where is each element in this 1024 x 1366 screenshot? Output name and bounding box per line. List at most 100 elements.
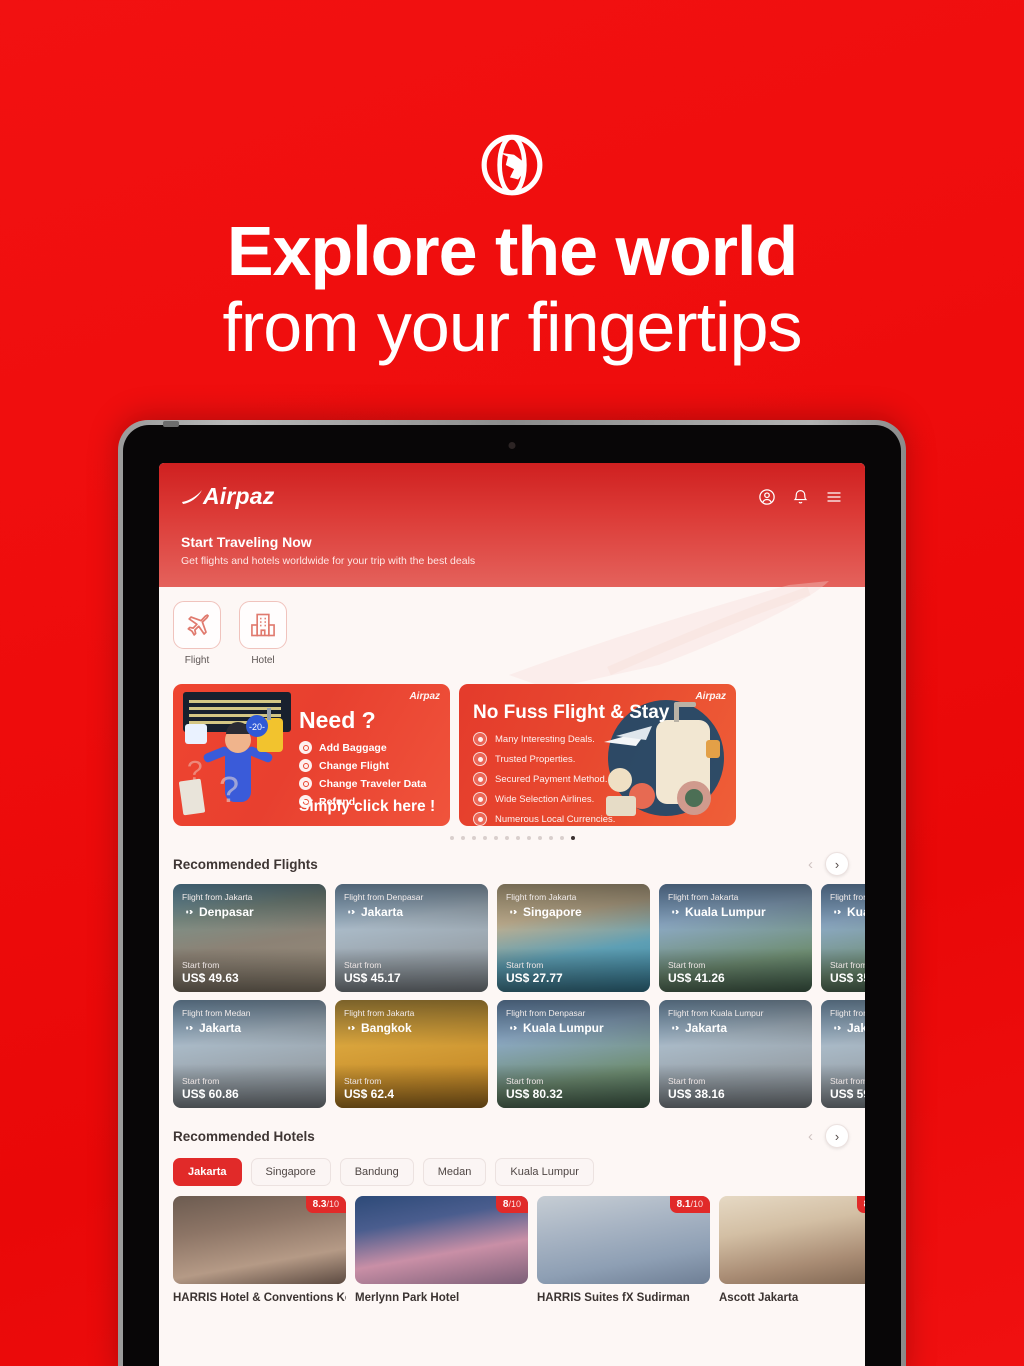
flight-destination-label: Jakarta — [199, 1021, 242, 1035]
flight-origin-label: Flight from Denpasar — [344, 892, 424, 902]
hotel-city-chip[interactable]: Bandung — [339, 1158, 414, 1186]
hotels-section-header: Recommended Hotels ‹ › — [159, 1108, 865, 1148]
flights-prev-button[interactable]: ‹ — [804, 855, 817, 874]
carousel-dot[interactable] — [559, 836, 564, 840]
flight-origin-label: Flight from Kuala Lumpur — [668, 1008, 764, 1018]
flight-card[interactable]: Flight from Kuala Start fromUS$ 35.9 — [821, 884, 865, 992]
app-header-top-row: Airpaz — [181, 483, 843, 510]
flight-destination-label: Singapore — [523, 905, 582, 919]
traveler-data-icon — [299, 777, 312, 790]
promo-banner-need[interactable]: -20- ? ? Airpaz Need ? Add Baggage Chang… — [173, 684, 450, 826]
carousel-dot[interactable] — [504, 836, 509, 840]
promo-carousel-dots[interactable] — [159, 826, 865, 844]
carousel-dot[interactable] — [493, 836, 498, 840]
service-tab-flight[interactable]: Flight — [173, 601, 221, 666]
hotel-rating-badge: 8.1/10 — [669, 1196, 710, 1213]
promo-a-item: Change Traveler Data — [299, 777, 426, 790]
flight-card[interactable]: Flight from Denpasar Jakarta Start from US$… — [335, 884, 488, 992]
hotels-next-button[interactable]: › — [825, 1124, 849, 1148]
start-from-label: Start from — [344, 1076, 382, 1086]
flight-destination: Kuala — [830, 905, 865, 919]
flight-destination-label: Bangkok — [361, 1021, 412, 1035]
flight-card[interactable]: Flight from Jakarta Kuala Lumpur Start fro… — [659, 884, 812, 992]
hotel-city-chip[interactable]: Singapore — [250, 1158, 331, 1186]
flight-origin-label: Flight from — [830, 892, 865, 902]
menu-icon[interactable] — [825, 489, 843, 505]
flight-destination-label: Jakar — [847, 1021, 865, 1035]
flight-card[interactable]: Flight from Jakarta Singapore Start from US… — [497, 884, 650, 992]
airlines-icon — [473, 792, 487, 806]
baggage-icon — [299, 741, 312, 754]
carousel-dot[interactable] — [537, 836, 542, 840]
hotel-score: 8.3 — [312, 1199, 327, 1210]
hotel-city-chip[interactable]: Jakarta — [173, 1158, 242, 1186]
hotel-card[interactable]: 8.6/1 Ascott Jakarta — [719, 1196, 865, 1304]
flight-origin-label: Flight from Jakarta — [182, 892, 253, 902]
flight-price: US$ 27.77 — [506, 971, 563, 985]
flight-destination: Singapore — [506, 905, 582, 919]
hotel-name: Ascott Jakarta — [719, 1292, 799, 1304]
flight-origin-label: Flight from Denpasar — [506, 1008, 586, 1018]
promo-banner-no-fuss[interactable]: Airpaz No Fuss Flight & Stay Many Intere… — [459, 684, 736, 826]
flight-destination: Denpasar — [182, 905, 254, 919]
carousel-dot[interactable] — [482, 836, 487, 840]
route-icon — [183, 910, 193, 914]
flight-price: US$ 80.32 — [506, 1087, 563, 1101]
carousel-dot[interactable] — [460, 836, 465, 840]
flight-destination-label: Denpasar — [199, 905, 254, 919]
hotel-card-row: 8.3/10 HARRIS Hotel & Conventions Ke... 8/… — [159, 1186, 865, 1304]
promo-a-brand: Airpaz — [409, 691, 440, 702]
flight-card[interactable]: Flight from Denpasar Kuala Lumpur Start fr… — [497, 1000, 650, 1108]
header-subtitle: Get flights and hotels worldwide for you… — [181, 555, 476, 567]
hotel-card[interactable]: 8/10 Merlynn Park Hotel — [355, 1196, 528, 1304]
hotel-card[interactable]: 8.1/10 HARRIS Suites fX Sudirman — [537, 1196, 710, 1304]
flights-section-title: Recommended Flights — [173, 856, 318, 872]
promo-b-item: Trusted Properties. — [473, 752, 615, 766]
promo-carousel: -20- ? ? Airpaz Need ? Add Baggage Chang… — [159, 666, 865, 826]
airpaz-logo[interactable]: Airpaz — [181, 483, 275, 510]
hotel-city-chip[interactable]: Medan — [422, 1158, 487, 1186]
start-from-label: Start from — [668, 960, 706, 970]
flight-card[interactable]: Flight from Jakarta Denpasar Start from US$… — [173, 884, 326, 992]
flight-destination-label: Jakarta — [685, 1021, 728, 1035]
hotel-rating-badge: 8/10 — [495, 1196, 528, 1213]
route-icon — [669, 1026, 679, 1030]
flight-origin-label: Flight from Jakarta — [506, 892, 577, 902]
flight-card[interactable]: Flight from Jakarta Bangkok Start from US$ … — [335, 1000, 488, 1108]
flight-card[interactable]: Flight from Kuala Lumpur Jakarta Start fro… — [659, 1000, 812, 1108]
flight-origin-label: Flight from Medan — [182, 1008, 251, 1018]
flights-next-button[interactable]: › — [825, 852, 849, 876]
promo-a-cta[interactable]: Simply click here ! — [299, 798, 435, 816]
flight-card[interactable]: Flight from Medan Jakarta Start from US$ 60… — [173, 1000, 326, 1108]
carousel-dot[interactable] — [570, 836, 575, 840]
hotel-city-chip[interactable]: Kuala Lumpur — [495, 1158, 594, 1186]
account-icon[interactable] — [758, 488, 776, 506]
flight-destination: Jakarta — [182, 1021, 241, 1035]
hotel-thumbnail: 8.6/1 — [719, 1196, 865, 1284]
carousel-dot[interactable] — [526, 836, 531, 840]
promo-a-title: Need ? — [299, 707, 376, 733]
hotel-thumbnail: 8/10 — [355, 1196, 528, 1284]
globe-icon — [481, 134, 543, 196]
route-icon — [831, 1026, 841, 1030]
hotel-card[interactable]: 8.3/10 HARRIS Hotel & Conventions Ke... — [173, 1196, 346, 1304]
carousel-dot[interactable] — [548, 836, 553, 840]
service-tab-hotel[interactable]: Hotel — [239, 601, 287, 666]
building-icon — [251, 613, 275, 637]
volume-button[interactable] — [163, 421, 179, 427]
promo-a-item-label: Add Baggage — [319, 741, 387, 754]
flight-card[interactable]: Flight from Jakar Start fromUS$ 59.1 — [821, 1000, 865, 1108]
start-from-label: Start from — [182, 960, 220, 970]
carousel-dot[interactable] — [449, 836, 454, 840]
change-flight-icon — [299, 759, 312, 772]
route-icon — [831, 910, 841, 914]
bell-icon[interactable] — [792, 488, 809, 506]
service-tab-hotel-label: Hotel — [251, 655, 275, 666]
flight-card-row: Flight from Medan Jakarta Start from US$ 60… — [159, 992, 865, 1108]
promo-b-item: Numerous Local Currencies. — [473, 812, 615, 826]
carousel-dot[interactable] — [471, 836, 476, 840]
hotels-prev-button[interactable]: ‹ — [804, 1127, 817, 1146]
promo-a-item-label: Change Flight — [319, 759, 389, 772]
airpaz-swoosh-icon — [182, 489, 202, 504]
carousel-dot[interactable] — [515, 836, 520, 840]
